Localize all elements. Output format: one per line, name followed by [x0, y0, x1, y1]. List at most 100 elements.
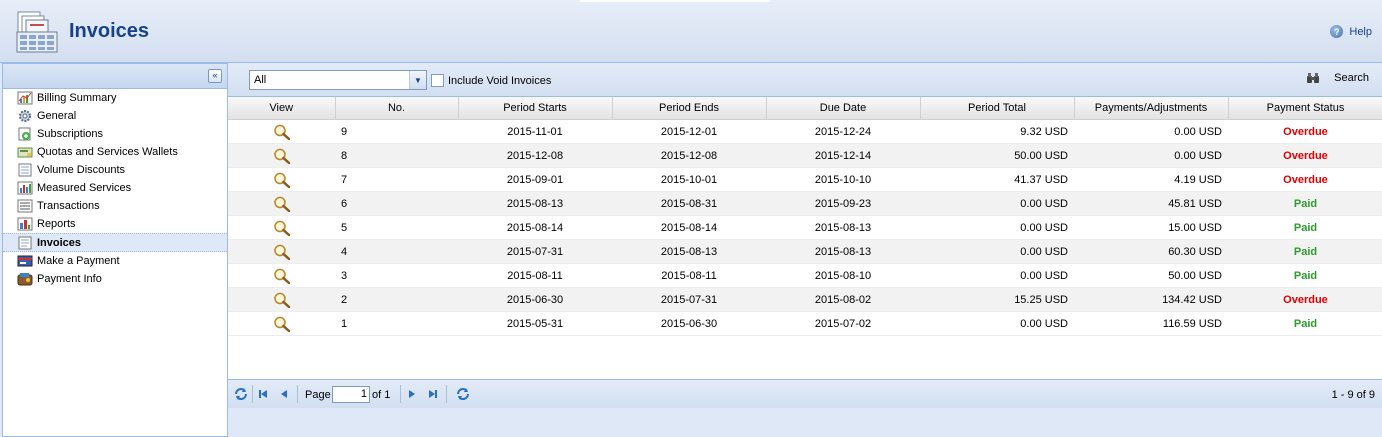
cell-due-date: 2015-08-13	[766, 215, 920, 240]
view-invoice-button[interactable]	[228, 167, 335, 192]
table-row[interactable]: 9 2015-11-01 2015-12-01 2015-12-24 9.32 USD 0…	[228, 119, 1382, 144]
cell-period-starts: 2015-11-01	[458, 119, 612, 144]
header-highlight	[580, 0, 770, 2]
page-header: Invoices ? Help	[0, 0, 1382, 63]
column-header-payments[interactable]: Payments/Adjustments	[1074, 97, 1229, 120]
cell-due-date: 2015-07-02	[766, 311, 920, 336]
last-page-icon	[429, 390, 437, 398]
cell-period-ends: 2015-10-01	[612, 167, 766, 192]
search-button[interactable]: Search	[1306, 72, 1369, 84]
sidebar-item-payment-info[interactable]: Payment Info	[3, 270, 227, 288]
column-header-period-total[interactable]: Period Total	[920, 97, 1075, 120]
status-badge: Paid	[1228, 215, 1382, 240]
cell-period-total: 0.00 USD	[920, 311, 1074, 336]
cell-period-ends: 2015-08-13	[612, 239, 766, 264]
cell-period-ends: 2015-08-11	[612, 263, 766, 288]
next-page-button[interactable]	[405, 387, 419, 401]
sidebar: « Billing Summary General Subscriptions …	[2, 63, 228, 437]
help-link[interactable]: ? Help	[1330, 25, 1372, 38]
view-invoice-button[interactable]	[228, 119, 335, 144]
sidebar-item-invoices[interactable]: Invoices	[3, 233, 227, 252]
status-badge: Paid	[1228, 239, 1382, 264]
sidebar-item-general[interactable]: General	[3, 107, 227, 125]
page-count-label: of 1	[372, 389, 391, 401]
view-invoice-button[interactable]	[228, 191, 335, 216]
cell-payments: 45.81 USD	[1074, 191, 1228, 216]
previous-page-icon	[281, 390, 287, 398]
cell-period-starts: 2015-07-31	[458, 239, 612, 264]
table-row[interactable]: 2 2015-06-30 2015-07-31 2015-08-02 15.25 USD…	[228, 287, 1382, 312]
cell-period-total: 0.00 USD	[920, 191, 1074, 216]
record-count: 1 - 9 of 9	[1331, 389, 1375, 401]
cell-period-total: 41.37 USD	[920, 167, 1074, 192]
previous-page-button[interactable]	[277, 387, 291, 401]
cell-period-total: 50.00 USD	[920, 143, 1074, 168]
status-badge: Paid	[1228, 311, 1382, 336]
refresh-button[interactable]	[234, 387, 248, 401]
table-row[interactable]: 8 2015-12-08 2015-12-08 2015-12-14 50.00 USD…	[228, 143, 1382, 168]
view-invoice-button[interactable]	[228, 287, 335, 312]
first-page-button[interactable]	[256, 387, 270, 401]
table-row[interactable]: 3 2015-08-11 2015-08-11 2015-08-10 0.00 USD 5…	[228, 263, 1382, 288]
last-page-button[interactable]	[426, 387, 440, 401]
sidebar-item-subscriptions[interactable]: Subscriptions	[3, 125, 227, 143]
sidebar-nav: Billing Summary General Subscriptions Qu…	[3, 89, 227, 288]
cell-due-date: 2015-08-10	[766, 263, 920, 288]
view-invoice-button[interactable]	[228, 311, 335, 336]
status-badge: Paid	[1228, 263, 1382, 288]
sidebar-item-quotas-wallets[interactable]: Quotas and Services Wallets	[3, 143, 227, 161]
measured-services-icon	[17, 181, 33, 195]
table-row[interactable]: 6 2015-08-13 2015-08-31 2015-09-23 0.00 USD 4…	[228, 191, 1382, 216]
sidebar-item-label: Invoices	[37, 236, 82, 249]
cell-period-total: 0.00 USD	[920, 239, 1074, 264]
view-invoice-button[interactable]	[228, 143, 335, 168]
invoices-table: View No. Period Starts Period Ends Due D…	[228, 97, 1382, 336]
footer-strip	[228, 408, 1382, 435]
reload-button[interactable]	[456, 387, 470, 401]
cell-period-total: 9.32 USD	[920, 119, 1074, 144]
column-header-due-date[interactable]: Due Date	[766, 97, 921, 120]
column-header-no[interactable]: No.	[335, 97, 459, 120]
cell-due-date: 2015-09-23	[766, 191, 920, 216]
sidebar-item-reports[interactable]: Reports	[3, 215, 227, 233]
cell-period-total: 0.00 USD	[920, 215, 1074, 240]
cell-invoice-number: 2	[335, 287, 458, 312]
magnifier-icon	[273, 244, 290, 260]
column-header-period-ends[interactable]: Period Ends	[612, 97, 767, 120]
view-invoice-button[interactable]	[228, 239, 335, 264]
magnifier-icon	[273, 196, 290, 212]
view-invoice-button[interactable]	[228, 215, 335, 240]
cell-payments: 15.00 USD	[1074, 215, 1228, 240]
invoices-panel: All ▼ Include Void Invoices Search View …	[227, 63, 1382, 435]
sidebar-item-volume-discounts[interactable]: Volume Discounts	[3, 161, 227, 179]
table-row[interactable]: 5 2015-08-14 2015-08-14 2015-08-13 0.00 USD 1…	[228, 215, 1382, 240]
paging-separator	[252, 385, 253, 403]
sidebar-item-measured-services[interactable]: Measured Services	[3, 179, 227, 197]
magnifier-icon	[273, 148, 290, 164]
table-row[interactable]: 4 2015-07-31 2015-08-13 2015-08-13 0.00 USD 6…	[228, 239, 1382, 264]
invoice-icon	[18, 236, 32, 249]
view-invoice-button[interactable]	[228, 263, 335, 288]
binoculars-icon	[1307, 73, 1320, 83]
column-header-payment-status[interactable]: Payment Status	[1228, 97, 1382, 120]
cell-period-starts: 2015-06-30	[458, 287, 612, 312]
invoice-filter-select[interactable]: All ▼	[249, 70, 427, 90]
column-header-period-starts[interactable]: Period Starts	[458, 97, 613, 120]
cell-invoice-number: 4	[335, 239, 458, 264]
sidebar-item-billing-summary[interactable]: Billing Summary	[3, 89, 227, 107]
table-row[interactable]: 1 2015-05-31 2015-06-30 2015-07-02 0.00 USD 1…	[228, 311, 1382, 336]
page-title: Invoices	[69, 20, 150, 42]
sidebar-item-label: Subscriptions	[37, 128, 104, 140]
billing-summary-icon	[17, 91, 33, 105]
sidebar-item-make-payment[interactable]: Make a Payment	[3, 252, 227, 270]
page-number-input[interactable]: 1	[332, 386, 370, 403]
cell-payments: 4.19 USD	[1074, 167, 1228, 192]
sidebar-item-label: Quotas and Services Wallets	[37, 146, 178, 158]
collapse-sidebar-button[interactable]: «	[208, 69, 222, 83]
sidebar-item-transactions[interactable]: Transactions	[3, 197, 227, 215]
include-void-checkbox[interactable]	[431, 74, 444, 87]
include-void-toggle[interactable]: Include Void Invoices	[431, 74, 551, 87]
chevron-down-icon[interactable]: ▼	[409, 71, 426, 89]
column-header-view[interactable]: View	[228, 97, 336, 120]
table-row[interactable]: 7 2015-09-01 2015-10-01 2015-10-10 41.37 USD…	[228, 167, 1382, 192]
